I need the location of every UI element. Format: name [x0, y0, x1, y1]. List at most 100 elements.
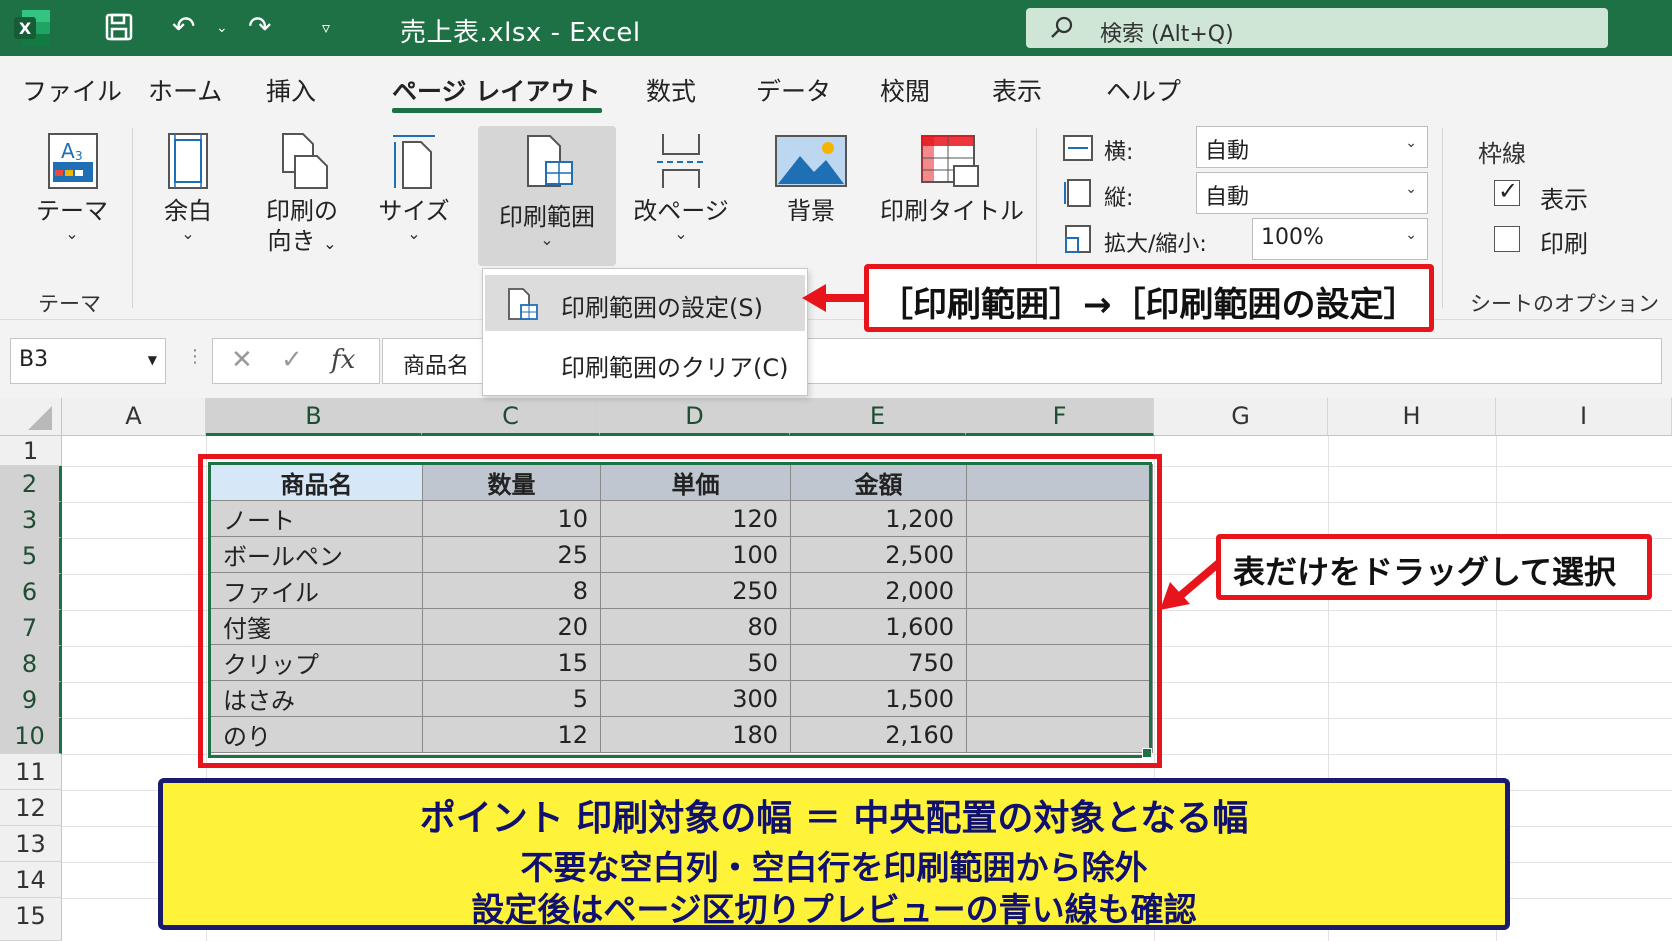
name-box[interactable]: B3 ▼ — [10, 338, 166, 384]
breaks-icon — [657, 134, 705, 188]
enter-icon[interactable]: ✓ — [281, 345, 303, 375]
row-header-2[interactable]: 2 — [0, 466, 62, 502]
column-header-g[interactable]: G — [1154, 398, 1328, 436]
tab-data[interactable]: データ — [756, 72, 831, 108]
height-icon — [1064, 179, 1091, 207]
search-box[interactable]: 検索 (Alt+Q) — [1026, 8, 1608, 48]
tab-review[interactable]: 校閲 — [880, 72, 930, 108]
table-highlight-frame — [198, 454, 1162, 768]
gridlines-print-label: 印刷 — [1540, 230, 1588, 258]
breaks-button[interactable]: 改ページ ⌄ — [626, 132, 736, 242]
callout-text: ［印刷範囲］→［印刷範囲の設定］ — [879, 285, 1418, 325]
tab-formulas[interactable]: 数式 — [646, 72, 696, 108]
arrow-left-icon — [802, 284, 864, 312]
print-titles-button[interactable]: 印刷タイトル — [880, 132, 1024, 226]
row-header-9[interactable]: 9 — [0, 682, 62, 718]
svg-text:3: 3 — [75, 149, 83, 163]
size-label: サイズ — [378, 197, 450, 225]
undo-icon[interactable]: ↶ — [172, 10, 195, 43]
column-header-h[interactable]: H — [1328, 398, 1496, 436]
print-area-button[interactable]: 印刷範囲 ⌄ — [478, 132, 616, 248]
column-header-d[interactable]: D — [600, 398, 790, 436]
row-header-13[interactable]: 13 — [0, 826, 62, 862]
chevron-down-icon: ⌄ — [65, 224, 79, 243]
tab-file[interactable]: ファイル — [22, 72, 122, 108]
menu-item-clear-print-area[interactable]: 印刷範囲のクリア(C) — [485, 335, 805, 391]
window-title: 売上表.xlsx - Excel — [400, 18, 641, 48]
background-button[interactable]: 背景 — [768, 132, 854, 226]
height-dropdown[interactable]: 自動 ⌄ — [1196, 172, 1428, 214]
themes-label: テーマ — [36, 197, 108, 225]
width-dropdown[interactable]: 自動 ⌄ — [1196, 126, 1428, 168]
select-all-corner[interactable] — [0, 398, 62, 436]
column-header-e[interactable]: E — [790, 398, 966, 436]
gridlines-view-checkbox[interactable]: ✓ — [1494, 177, 1520, 206]
gridlines-view-label: 表示 — [1540, 186, 1588, 214]
print-area-menu: 印刷範囲の設定(S) 印刷範囲のクリア(C) — [482, 268, 808, 396]
undo-dropdown-icon[interactable]: ⌄ — [216, 20, 228, 36]
row-header-14[interactable]: 14 — [0, 862, 62, 898]
chevron-down-icon: ⌄ — [1405, 135, 1417, 151]
row-header-1[interactable]: 1 — [0, 436, 62, 466]
row-header-7[interactable]: 7 — [0, 610, 62, 646]
breaks-label: 改ページ — [633, 197, 729, 225]
scale-spinner[interactable]: 100% ⌄ — [1252, 218, 1428, 260]
ribbon-separator — [132, 128, 133, 308]
tab-help[interactable]: ヘルプ — [1106, 72, 1181, 108]
checkmark-icon: ✓ — [1498, 177, 1519, 205]
insert-function-icon[interactable]: fx — [331, 345, 355, 375]
row-header-12[interactable]: 12 — [0, 790, 62, 826]
height-label: 縦: — [1104, 186, 1134, 211]
cancel-icon[interactable]: ✕ — [231, 345, 253, 375]
column-header-b[interactable]: B — [206, 398, 422, 436]
orientation-button[interactable]: 印刷の 向き ⌄ — [252, 132, 352, 259]
column-header-f[interactable]: F — [966, 398, 1154, 436]
row-header-11[interactable]: 11 — [0, 754, 62, 790]
themes-icon: A 3 — [48, 133, 98, 189]
chevron-down-icon: ⌄ — [1405, 227, 1417, 243]
row-header-8[interactable]: 8 — [0, 646, 62, 682]
chevron-down-icon: ⌄ — [674, 224, 688, 243]
orientation-label-2: 向き ⌄ — [267, 227, 337, 255]
redo-icon[interactable]: ↷ — [248, 10, 271, 43]
title-bar: X ↶ ⌄ ↷ ▿ 売上表.xlsx - Excel 検索 (Alt+Q) — [0, 0, 1672, 56]
width-icon — [1063, 135, 1093, 161]
formula-content: 商品名 — [403, 354, 470, 379]
size-button[interactable]: サイズ ⌄ — [374, 132, 454, 242]
print-titles-label: 印刷タイトル — [880, 197, 1024, 225]
chevron-down-icon: ⌄ — [181, 224, 195, 243]
search-placeholder: 検索 (Alt+Q) — [1100, 22, 1234, 47]
tab-view[interactable]: 表示 — [992, 72, 1042, 108]
name-box-value: B3 — [19, 347, 49, 372]
customize-toolbar-icon[interactable]: ▿ — [322, 18, 330, 37]
row-header-10[interactable]: 10 — [0, 718, 62, 754]
margins-label: 余白 — [164, 197, 212, 225]
tab-home[interactable]: ホーム — [148, 72, 222, 108]
chevron-down-icon: ⌄ — [407, 224, 421, 243]
menu-item-set-print-area[interactable]: 印刷範囲の設定(S) — [485, 275, 805, 331]
ribbon-tabs: ファイル ホーム 挿入 ページ レイアウト 数式 データ 校閲 表示 ヘルプ — [0, 56, 1672, 120]
column-header-a[interactable]: A — [62, 398, 206, 436]
row-header-3[interactable]: 3 — [0, 502, 62, 538]
tab-page-layout[interactable]: ページ レイアウト — [392, 72, 600, 108]
excel-logo-icon: X — [14, 10, 50, 46]
save-icon[interactable] — [104, 12, 134, 42]
margins-button[interactable]: 余白 ⌄ — [150, 132, 226, 242]
chevron-down-icon: ⌄ — [540, 230, 554, 249]
point-line-2: 不要な空白列・空白行を印刷範囲から除外 — [520, 848, 1148, 887]
formula-tools: ✕ ✓ fx — [212, 338, 380, 384]
svg-text:X: X — [19, 19, 32, 38]
themes-button[interactable]: A 3 テーマ ⌄ — [22, 132, 122, 242]
scale-label: 拡大/縮小: — [1104, 232, 1207, 257]
group-label-themes: テーマ — [38, 292, 101, 316]
column-header-c[interactable]: C — [422, 398, 600, 436]
gridlines-print-checkbox[interactable] — [1494, 226, 1520, 252]
row-header-15[interactable]: 15 — [0, 898, 62, 941]
point-note-box: ポイント 印刷対象の幅 ＝ 中央配置の対象となる幅 不要な空白列・空白行を印刷範… — [158, 778, 1510, 930]
callout-print-area-menu: ［印刷範囲］→［印刷範囲の設定］ — [864, 264, 1434, 332]
tab-insert[interactable]: 挿入 — [266, 72, 316, 108]
row-header-5[interactable]: 5 — [0, 538, 62, 574]
row-header-6[interactable]: 6 — [0, 574, 62, 610]
column-header-i[interactable]: I — [1496, 398, 1672, 436]
scale-icon — [1065, 225, 1091, 253]
